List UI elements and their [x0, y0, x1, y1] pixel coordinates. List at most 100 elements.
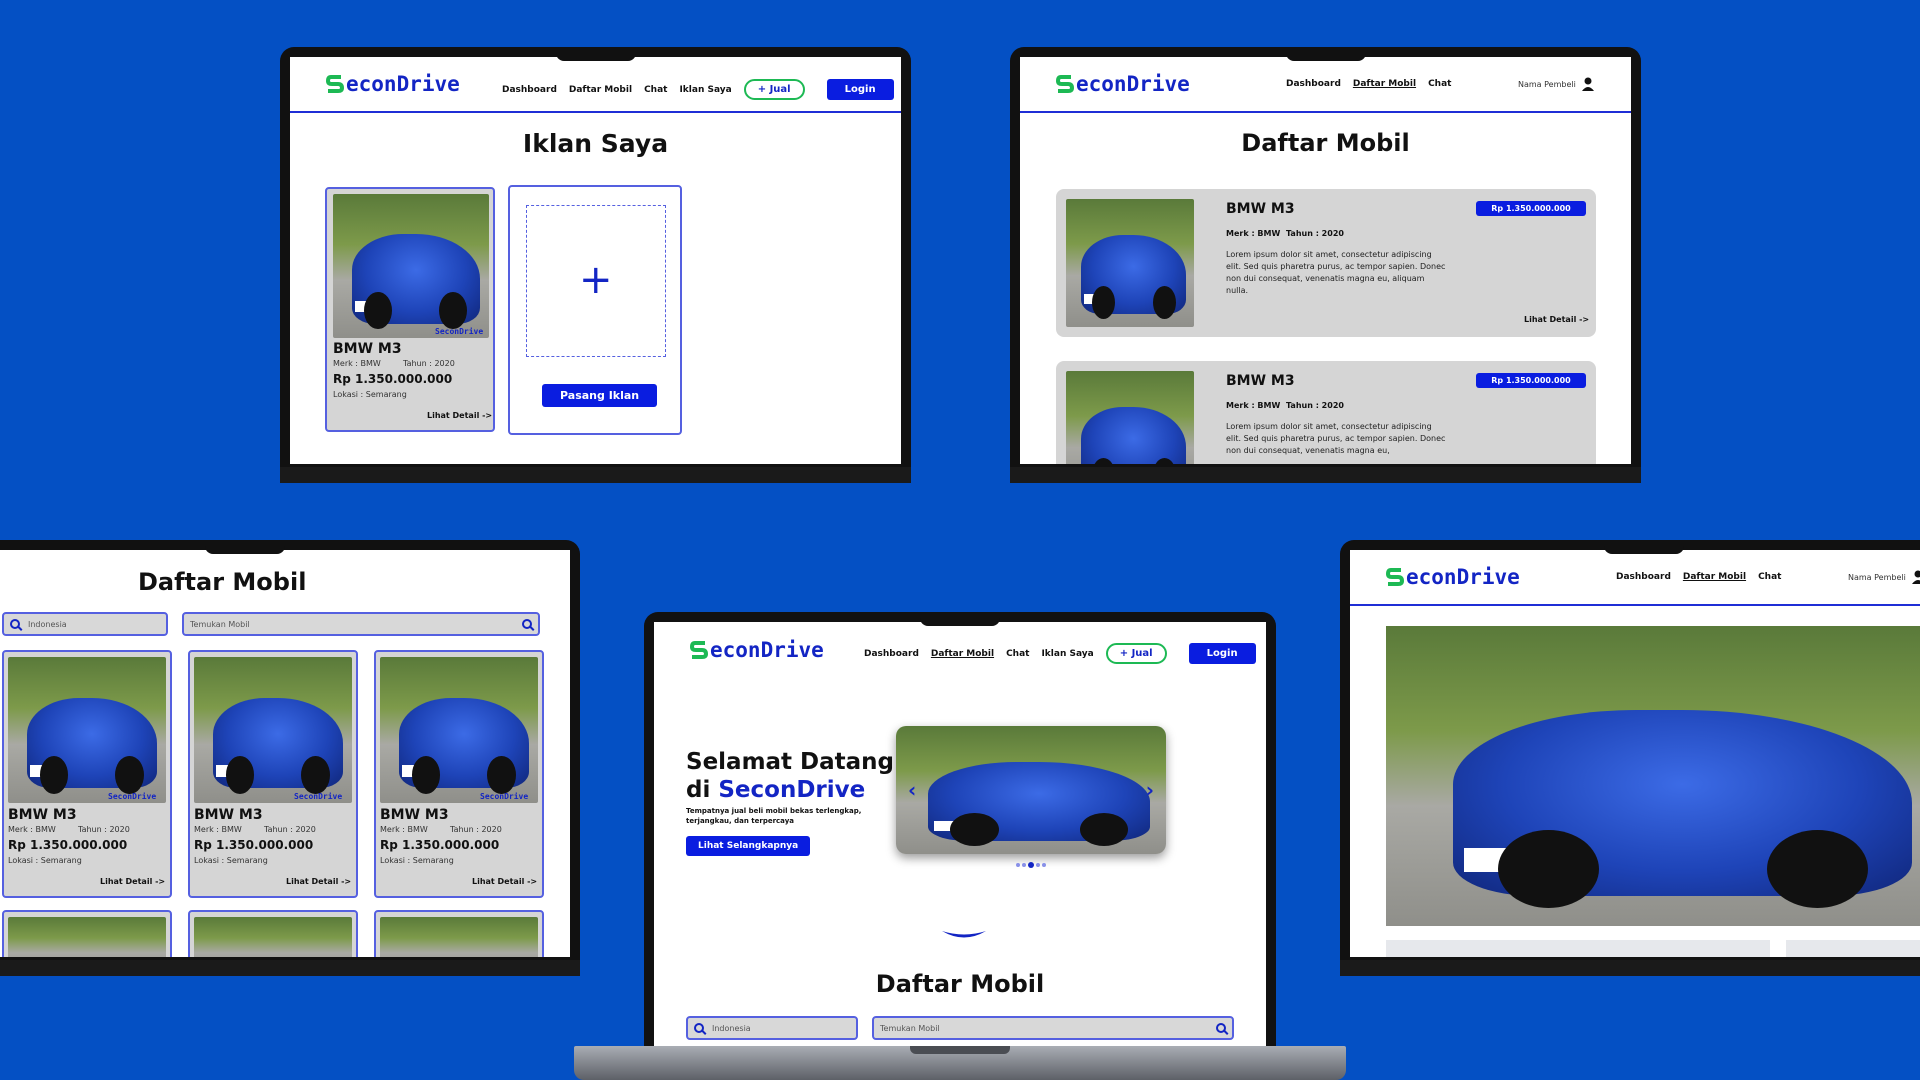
jual-button[interactable]: + Jual — [1105, 643, 1167, 664]
pasang-iklan-button[interactable]: Pasang Iklan — [542, 384, 658, 407]
nav-dashboard[interactable]: Dashboard — [864, 649, 919, 659]
nav-dashboard[interactable]: Dashboard — [502, 85, 557, 95]
logo-s-icon — [1055, 74, 1075, 94]
car-tahun: Tahun : 2020 — [264, 825, 316, 834]
car-merk: Merk : BMW — [333, 359, 381, 368]
car-card[interactable]: SeconDrive BMW M3 Merk : BMW Tahun : 202… — [2, 650, 172, 898]
upload-area[interactable]: + — [526, 205, 666, 357]
logo-s-icon — [325, 74, 345, 94]
nav-chat[interactable]: Chat — [1428, 79, 1451, 89]
car-tahun: Tahun : 2020 — [1286, 401, 1344, 410]
logo[interactable]: econDrive — [689, 638, 824, 662]
page-title: Iklan Saya — [522, 129, 669, 158]
car-card[interactable]: SeconDrive BMW M3 Merk : BMW Tahun : 202… — [374, 650, 544, 898]
detail-link[interactable]: Lihat Detail -> — [286, 877, 351, 886]
detail-link[interactable]: Lihat Detail -> — [472, 877, 537, 886]
detail-link[interactable]: Lihat Detail -> — [1524, 315, 1589, 324]
trackpad-notch — [910, 1046, 1010, 1054]
camera-notch — [920, 612, 1000, 626]
logo-text: econDrive — [346, 72, 460, 96]
nav-daftar-mobil[interactable]: Daftar Mobil — [569, 85, 632, 95]
nav-dashboard[interactable]: Dashboard — [1286, 79, 1341, 89]
logo-text: econDrive — [710, 638, 824, 662]
logo[interactable]: econDrive — [1385, 565, 1520, 589]
screen: econDrive Dashboard Daftar Mobil Chat Na… — [1350, 550, 1920, 957]
car-name: BMW M3 — [8, 807, 77, 823]
car-row[interactable]: BMW M3 Rp 1.350.000.000 Merk : BMW Tahun… — [1056, 189, 1596, 337]
login-button[interactable]: Login — [1188, 643, 1256, 664]
car-image — [380, 917, 538, 957]
user-menu[interactable]: Nama Pembeli — [1848, 570, 1920, 584]
laptop-base — [1010, 467, 1641, 483]
navbar: econDrive Dashboard Daftar Mobil Chat Na… — [1020, 57, 1631, 113]
carousel-dot[interactable] — [1016, 863, 1020, 867]
carousel-dot[interactable] — [1036, 863, 1040, 867]
car-card[interactable] — [2, 910, 172, 957]
car-lokasi: Lokasi : Semarang — [380, 856, 454, 865]
car-merk: Merk : BMW — [1226, 401, 1281, 410]
car-card[interactable] — [188, 910, 358, 957]
laptop-iklan-saya: econDrive Dashboard Daftar Mobil Chat Ik… — [280, 47, 911, 483]
carousel-dot[interactable] — [1022, 863, 1026, 867]
car-card[interactable]: SeconDrive BMW M3 Merk : BMW Tahun : 202… — [188, 650, 358, 898]
plus-icon: + — [579, 257, 613, 303]
logo[interactable]: econDrive — [325, 72, 460, 96]
detail-link[interactable]: Lihat Detail -> — [427, 411, 492, 420]
search-icon[interactable] — [1216, 1023, 1226, 1033]
car-gallery[interactable]: › — [1386, 626, 1920, 926]
laptop-daftar-grid: Daftar Mobil Indonesia Temukan Mobil Sec… — [0, 540, 580, 976]
nav-daftar-mobil[interactable]: Daftar Mobil — [1353, 79, 1416, 89]
car-name: BMW M3 — [380, 807, 449, 823]
hero-carousel[interactable]: ‹ › — [896, 726, 1166, 854]
carousel-dot[interactable] — [1028, 862, 1034, 868]
car-search-input[interactable]: Temukan Mobil — [872, 1016, 1234, 1040]
carousel-dots — [1016, 862, 1046, 868]
nav-daftar-mobil[interactable]: Daftar Mobil — [1683, 572, 1746, 582]
nav-chat[interactable]: Chat — [1006, 649, 1029, 659]
car-merk: Merk : BMW — [8, 825, 56, 834]
user-name: Nama Pembeli — [1848, 572, 1906, 582]
nav-iklan-saya[interactable]: Iklan Saya — [679, 85, 731, 95]
jual-button[interactable]: + Jual — [743, 79, 805, 100]
location-search[interactable]: Indonesia — [2, 612, 168, 636]
nav-daftar-mobil[interactable]: Daftar Mobil — [931, 649, 994, 659]
logo-text: econDrive — [1076, 72, 1190, 96]
cta-button[interactable]: Lihat Selangkapnya — [686, 836, 811, 856]
car-merk: Merk : BMW — [1226, 229, 1281, 238]
chevron-left-icon[interactable]: ‹ — [908, 778, 916, 802]
logo-s-icon — [689, 640, 709, 660]
location-search[interactable]: Indonesia — [686, 1016, 858, 1040]
hero-line-1: Selamat Datang — [686, 749, 895, 775]
nav-links: Dashboard Daftar Mobil Chat Iklan Saya +… — [502, 79, 894, 100]
car-name: BMW M3 — [333, 341, 402, 357]
nav-chat[interactable]: Chat — [1758, 572, 1781, 582]
scroll-down-icon[interactable] — [940, 928, 988, 942]
car-image — [1066, 371, 1194, 464]
car-lokasi: Lokasi : Semarang — [194, 856, 268, 865]
carousel-dot[interactable] — [1042, 863, 1046, 867]
search-icon[interactable] — [522, 619, 532, 629]
chevron-right-icon[interactable]: › — [1146, 778, 1154, 802]
car-image — [896, 726, 1166, 854]
nav-dashboard[interactable]: Dashboard — [1616, 572, 1671, 582]
car-lokasi: Lokasi : Semarang — [333, 390, 407, 399]
navbar: econDrive Dashboard Daftar Mobil Chat Na… — [1350, 550, 1920, 606]
car-price: Rp 1.350.000.000 — [333, 372, 453, 386]
car-image — [333, 194, 489, 338]
nav-chat[interactable]: Chat — [644, 85, 667, 95]
ad-card[interactable]: SeconDrive BMW M3 Merk : BMW Tahun : 202… — [325, 187, 495, 432]
login-button[interactable]: Login — [826, 79, 894, 100]
user-icon — [1911, 570, 1920, 584]
nav-iklan-saya[interactable]: Iklan Saya — [1041, 649, 1093, 659]
car-description: Lorem ipsum dolor sit amet, consectetur … — [1226, 250, 1446, 295]
add-ad-card[interactable]: + Pasang Iklan — [508, 185, 682, 435]
user-menu[interactable]: Nama Pembeli — [1518, 77, 1594, 91]
car-card[interactable] — [374, 910, 544, 957]
detail-link[interactable]: Lihat Detail -> — [100, 877, 165, 886]
car-search-input[interactable]: Temukan Mobil — [182, 612, 540, 636]
page-title: Daftar Mobil — [138, 568, 307, 596]
car-row[interactable]: BMW M3 Rp 1.350.000.000 Merk : BMW Tahun… — [1056, 361, 1596, 464]
camera-notch — [1604, 540, 1684, 554]
screen: econDrive Dashboard Daftar Mobil Chat Ik… — [290, 57, 901, 464]
logo[interactable]: econDrive — [1055, 72, 1190, 96]
